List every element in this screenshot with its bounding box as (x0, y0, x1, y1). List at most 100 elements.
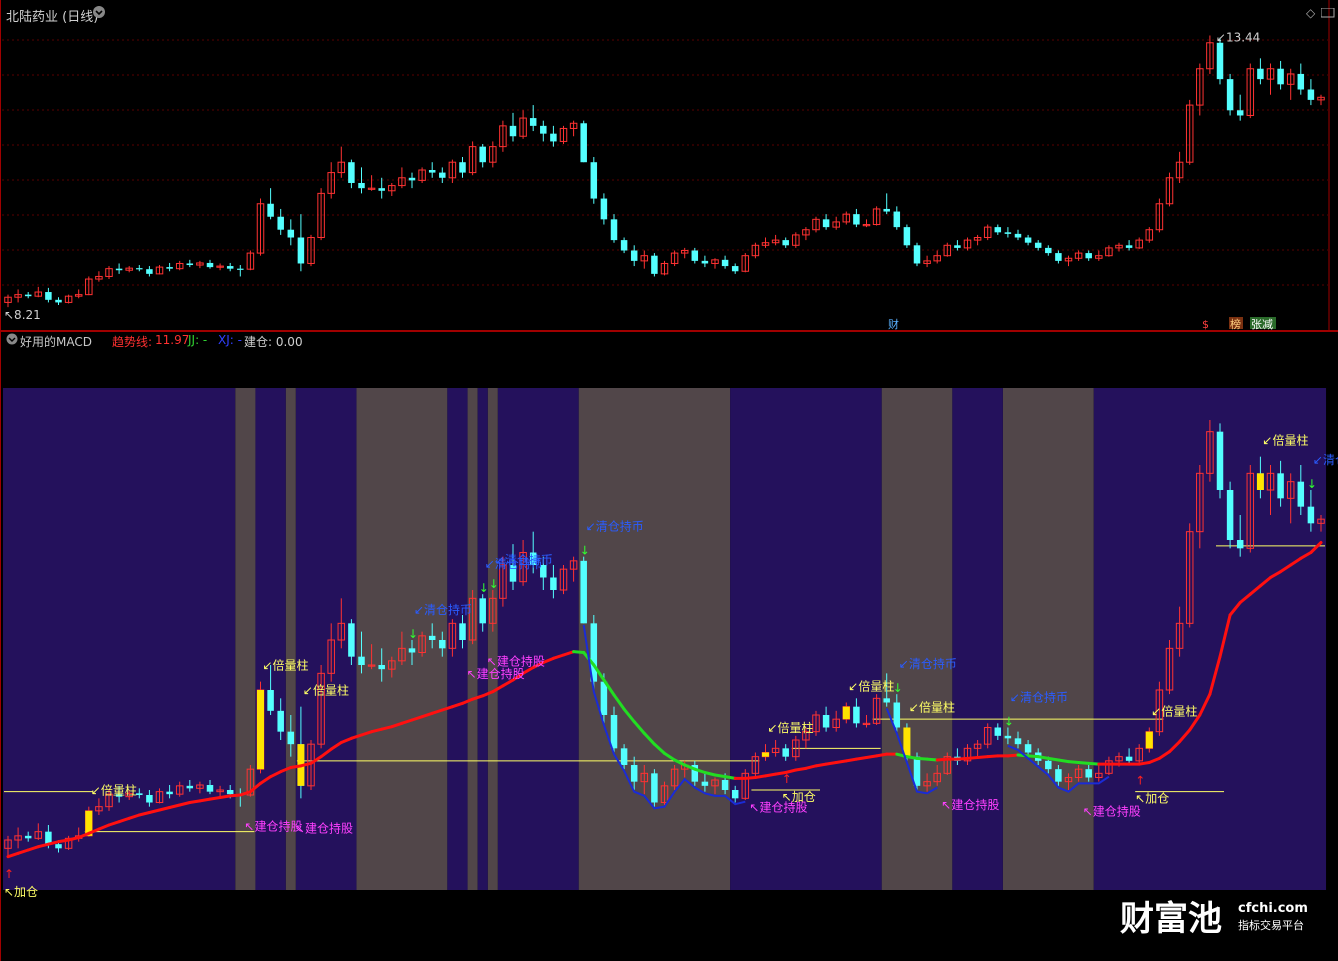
trend-line-segment (1006, 753, 1020, 758)
event-tag-bang: 榜 (1230, 317, 1241, 331)
candle-body-down (479, 146, 486, 163)
candle-body-down (1024, 237, 1032, 243)
candle-body-down (378, 665, 385, 670)
candle-body-down (893, 702, 901, 728)
candle-body-down (691, 250, 699, 261)
candle-body-down (610, 715, 618, 749)
trend-line-segment (925, 757, 939, 762)
candle-body-down (226, 266, 234, 269)
candle-body-down (287, 731, 295, 745)
candle-body-down (428, 170, 436, 173)
candle-body-down (439, 172, 446, 178)
watermark-slogan: 指标交易平台 (1238, 918, 1304, 932)
candle-body-down (186, 785, 194, 789)
candle-body-down (701, 781, 709, 786)
candle-body-down (358, 182, 365, 189)
candle-body-down (1307, 506, 1315, 524)
trend-line-segment (854, 756, 868, 761)
collapse-icon[interactable] (92, 5, 106, 22)
candle-body-down (913, 245, 921, 264)
diamond-icon[interactable]: ◇ (1306, 6, 1315, 20)
candle-body-down (509, 125, 517, 137)
trend-line-segment (1067, 760, 1081, 764)
trend-label: 趋势线: (112, 335, 153, 349)
candle-body-down (540, 125, 547, 134)
band-gray (235, 388, 256, 890)
trend-line-segment (794, 766, 808, 772)
trend-line-segment (713, 773, 727, 779)
candle-body-down (1226, 79, 1234, 111)
label-exit-position: ↙清仓持币 (495, 552, 553, 567)
candle-body-down (136, 793, 143, 795)
candle-body-down (277, 710, 284, 732)
candle-body-down (994, 227, 1002, 233)
buy-arrow-icon: ↑ (4, 867, 14, 881)
label-double-volume: ↙倍量柱 (1151, 704, 1197, 719)
candle-body-down (408, 648, 416, 653)
candle-body-down (24, 835, 32, 839)
label-exit-position: ↙清仓持币 (1313, 452, 1338, 467)
candle-body-down (721, 780, 729, 790)
candle-body-down (55, 299, 62, 303)
trend-line-segment (875, 752, 889, 758)
candle-body-down (913, 756, 921, 786)
trend-value: 11.97 (155, 333, 190, 347)
candle-body-down (146, 795, 153, 803)
label-add-position: ↖加仓 (4, 885, 38, 899)
trend-line-segment (824, 761, 838, 766)
trend-line-segment (865, 754, 879, 759)
trend-line-segment (198, 797, 212, 803)
candle-body-down (267, 690, 274, 711)
candle-body-down (529, 118, 537, 126)
indicator-collapse-icon[interactable] (6, 333, 18, 348)
candle-body-down (439, 640, 446, 649)
label-add-position: ↖加仓 (1135, 792, 1169, 806)
trend-line-segment (935, 757, 949, 762)
candle-body-down (1055, 769, 1062, 782)
candle-body-down (721, 259, 729, 267)
label-double-volume: ↙倍量柱 (768, 720, 814, 735)
candle-body-down (206, 785, 214, 792)
candle-body-down (620, 240, 628, 251)
label-exit-position: ↙清仓持币 (1010, 690, 1068, 705)
chart-canvas[interactable]: ↙13.44 ↖8.21 财 $ 榜张减 ↙倍量柱 ↙倍量柱 ↙倍量柱 ↙倍量柱 ↙倍量柱 ↙倍量柱… (0, 0, 1338, 961)
candle-body-down (166, 267, 173, 269)
scroll-indicator-icon[interactable] (1320, 7, 1335, 21)
candle-body-down (651, 773, 658, 803)
candle-body-down (822, 715, 830, 728)
candle-body-down (45, 292, 52, 300)
candle-body-down (1125, 756, 1133, 761)
band-blue (2, 388, 236, 890)
sell-arrow-icon: ↓ (1307, 477, 1317, 491)
candle-body-down (1125, 245, 1133, 248)
candle-body-down (1297, 73, 1305, 90)
candle-body-down (600, 198, 608, 220)
candle-body-down (55, 844, 62, 849)
label-double-volume: ↙倍量柱 (91, 783, 137, 798)
candle-body-down (1277, 473, 1284, 499)
candle-body-down (1004, 735, 1012, 739)
candle-body-down (1236, 540, 1244, 549)
sell-arrow-icon: ↓ (489, 577, 499, 591)
event-tag-s: $ (1202, 318, 1209, 331)
sell-arrow-icon: ↓ (580, 544, 590, 558)
max-price-label: ↙13.44 (1216, 31, 1260, 45)
candle-body-down (1014, 233, 1022, 238)
trend-line-segment (188, 799, 202, 804)
label-exit-position: ↙清仓持币 (899, 656, 957, 671)
candle-body-down (24, 294, 32, 297)
stock-chart-window: ↙13.44 ↖8.21 财 $ 榜张减 ↙倍量柱 ↙倍量柱 ↙倍量柱 ↙倍量柱 ↙倍量柱 ↙倍量柱… (0, 0, 1338, 961)
watermark-brand: 财富池 (1120, 899, 1222, 939)
candle-body-down (348, 162, 355, 183)
candle-body-down (166, 791, 173, 795)
event-tag-zhangjian: 张减 (1251, 318, 1273, 331)
band-gray (487, 388, 498, 890)
sell-arrow-icon: ↓ (1004, 715, 1014, 729)
candle-body-down (115, 268, 123, 271)
label-build-position: ↖建仓持股 (1083, 804, 1141, 819)
trend-line-segment (834, 759, 848, 764)
candle-body-down (358, 656, 365, 665)
trend-line-segment (844, 757, 858, 763)
candle-body-down (479, 598, 486, 624)
trend-line-segment (1137, 761, 1151, 766)
